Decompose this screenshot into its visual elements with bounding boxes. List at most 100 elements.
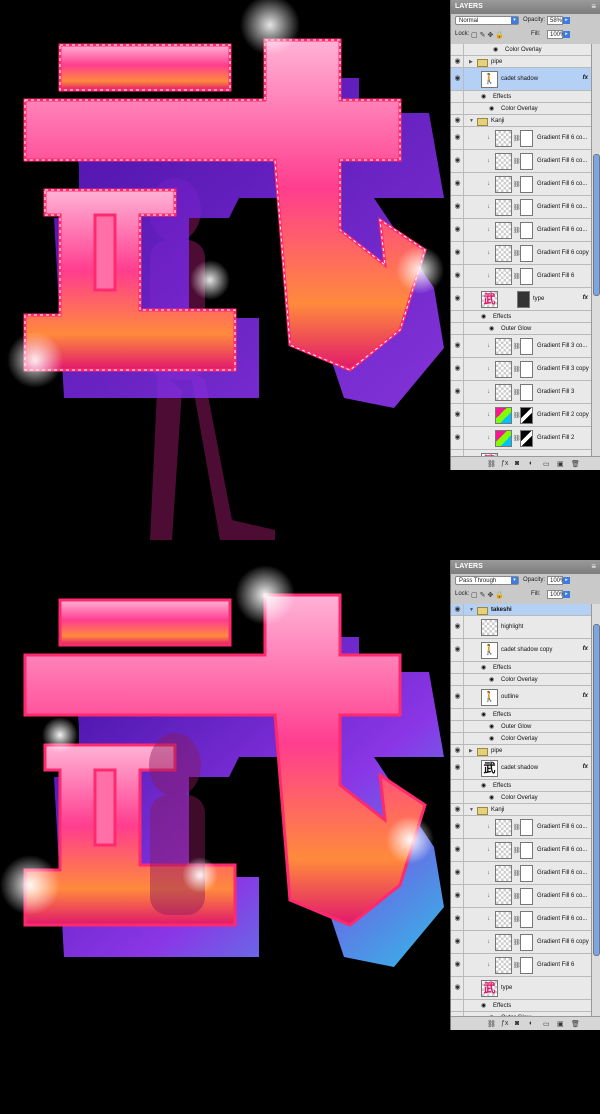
layer-row[interactable]: ◉ ↓ ⛓ Gradient Fill 6 copy [451,931,592,954]
layer-name[interactable]: Gradient Fill 6 [537,961,574,969]
eye-icon[interactable]: ◉ [489,325,494,332]
eye-icon[interactable]: ◉ [453,180,462,188]
opacity-input[interactable]: 100% ▸ [547,576,570,585]
panel-menu-icon[interactable]: ≡ [591,560,596,574]
link-icon[interactable]: ⛓ [487,1020,496,1028]
blend-mode-select[interactable]: Normal ▾ [455,16,519,25]
layer-row[interactable]: ◉ ▶ pipe [451,745,592,757]
layer-row[interactable]: ◉ 武 cadet shadow fx [451,757,592,780]
layer-name[interactable]: cadet shadow copy [501,646,552,654]
lock-icons[interactable]: ▢✎✥🔒 [471,31,506,39]
trash-icon[interactable]: 🗑 [571,1020,580,1028]
eye-icon[interactable]: ◉ [453,249,462,257]
eye-icon[interactable]: ◉ [453,411,462,419]
eye-icon[interactable]: ◉ [453,806,462,814]
layer-name[interactable]: Gradient Fill 3 [537,388,574,396]
eye-icon[interactable]: ◉ [453,203,462,211]
layer-name[interactable]: Effects [493,313,511,321]
layer-name[interactable]: Color Overlay [501,105,538,113]
blend-mode-select[interactable]: Pass Through ▾ [455,576,519,585]
layer-name[interactable]: Kanji [491,117,504,125]
layer-name[interactable]: Gradient Fill 6 co... [537,823,587,831]
layer-row[interactable]: ◉ Effects [451,709,592,721]
layer-row[interactable]: ◉ Effects [451,662,592,674]
layer-row[interactable]: ◉ ▼ Kanji [451,115,592,127]
layer-name[interactable]: Gradient Fill 6 copy [537,938,589,946]
eye-icon[interactable]: ◉ [453,938,462,946]
layer-name[interactable]: Gradient Fill 6 co... [537,226,587,234]
layer-row[interactable]: ◉ Outer Glow [451,721,592,733]
folder-icon[interactable]: ▭ [543,460,550,468]
layer-row[interactable]: ◉ ↓ ⛓ Gradient Fill 6 co... [451,127,592,150]
layer-name[interactable]: Gradient Fill 6 co... [537,846,587,854]
eye-icon[interactable]: ◉ [489,735,494,742]
adjustment-icon[interactable]: ◐ [529,460,533,467]
eye-icon[interactable]: ◉ [453,823,462,831]
layer-row[interactable]: ◉ ↓ ⛓ Gradient Fill 6 co... [451,862,592,885]
layer-row[interactable]: ◉ Color Overlay [451,674,592,686]
layer-row[interactable]: ◉ Color Overlay [451,103,592,115]
scrollbar-thumb[interactable] [593,154,600,296]
layer-name[interactable]: Outer Glow [501,325,531,333]
fx-icon[interactable]: fx [583,764,588,770]
chevron-down-icon[interactable]: ▸ [563,577,570,584]
eye-icon[interactable]: ◉ [453,226,462,234]
layer-name[interactable]: pipe [491,747,502,755]
layer-name[interactable]: cadet shadow [501,764,538,772]
layer-row[interactable]: ◉ 🚶 cadet shadow copy fx [451,639,592,662]
eye-icon[interactable]: ◉ [453,134,462,142]
fx-icon[interactable]: ƒx [501,460,508,467]
layer-name[interactable]: Gradient Fill 2 copy [537,411,589,419]
layer-row[interactable]: ◉ 🚶 cadet shadow fx [451,68,592,91]
layer-name[interactable]: Gradient Fill 6 co... [537,203,587,211]
chevron-down-icon[interactable]: ▸ [563,591,570,598]
eye-icon[interactable]: ◉ [453,75,462,83]
layer-row[interactable]: ◉ Effects [451,1000,592,1012]
disclosure-closed-icon[interactable]: ▶ [469,59,473,65]
layer-name[interactable]: Effects [493,93,511,101]
link-icon[interactable]: ⛓ [487,460,496,468]
layer-row[interactable]: ◉ ↓ ⛓ Gradient Fill 2 copy [451,404,592,427]
adjustment-icon[interactable]: ◐ [529,1020,533,1027]
layer-name[interactable]: Gradient Fill 6 [537,272,574,280]
eye-icon[interactable]: ◉ [453,764,462,772]
trash-icon[interactable]: 🗑 [571,460,580,468]
eye-icon[interactable]: ◉ [489,794,494,801]
layer-row[interactable]: ◉ ↓ ⛓ Gradient Fill 6 co... [451,908,592,931]
eye-icon[interactable]: ◉ [453,272,462,280]
scrollbar-thumb[interactable] [593,624,600,956]
eye-icon[interactable]: ◉ [481,711,486,718]
eye-icon[interactable]: ◉ [481,313,486,320]
eye-icon[interactable]: ◉ [453,365,462,373]
layer-name[interactable]: Gradient Fill 6 co... [537,134,587,142]
layer-row[interactable]: ◉ Effects [451,780,592,792]
fill-input[interactable]: 100% ▸ [547,590,570,599]
layer-row[interactable]: ◉ Outer Glow [451,323,592,335]
fx-icon[interactable]: fx [583,693,588,699]
eye-icon[interactable]: ◉ [453,984,462,992]
layer-row[interactable]: ◉ highlight [451,616,592,639]
eye-icon[interactable]: ◉ [453,869,462,877]
new-layer-icon[interactable]: ▣ [557,1020,564,1028]
layer-name[interactable]: cadet shadow [501,75,538,83]
layer-name[interactable]: Effects [493,711,511,719]
eye-icon[interactable]: ◉ [489,105,494,112]
layer-name[interactable]: Gradient Fill 3 copy [537,365,589,373]
folder-icon[interactable]: ▭ [543,1020,550,1028]
layer-row[interactable]: ◉ ↓ ⛓ Gradient Fill 6 co... [451,173,592,196]
layer-row[interactable]: ◉ Color Overlay [451,792,592,804]
layer-row[interactable]: ◉ ↓ ⛓ Gradient Fill 6 copy [451,242,592,265]
layer-name[interactable]: type [533,295,544,303]
layer-row[interactable]: ◉ ↓ ⛓ Gradient Fill 3 co... [451,335,592,358]
layer-name[interactable]: Gradient Fill 2 [537,434,574,442]
layer-name[interactable]: Effects [493,664,511,672]
layer-row[interactable]: ◉ ↓ ⛓ Gradient Fill 6 co... [451,150,592,173]
layer-row[interactable]: ◉ ↓ ⛓ Gradient Fill 6 co... [451,839,592,862]
fill-input[interactable]: 100% ▸ [547,30,570,39]
eye-icon[interactable]: ◉ [453,295,462,303]
eye-icon[interactable]: ◉ [453,915,462,923]
eye-icon[interactable]: ◉ [489,723,494,730]
disclosure-open-icon[interactable]: ▼ [469,118,474,124]
layer-row[interactable]: ◉ ↓ ⛓ Gradient Fill 6 co... [451,196,592,219]
eye-icon[interactable]: ◉ [453,58,462,66]
